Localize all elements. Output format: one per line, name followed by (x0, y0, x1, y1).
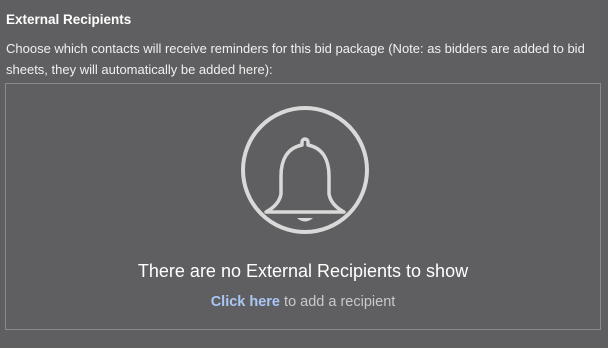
empty-state-hint-suffix: to add a recipient (280, 294, 396, 310)
recipients-empty-panel: There are no External Recipients to show… (5, 83, 601, 330)
empty-state-hint: Click here to add a recipient (6, 292, 600, 312)
bell-icon (239, 104, 371, 236)
section-description: Choose which contacts will receive remin… (6, 41, 585, 77)
section-title: External Recipients (6, 12, 132, 27)
add-recipient-link[interactable]: Click here (211, 294, 280, 310)
empty-state-message: There are no External Recipients to show (137, 261, 469, 281)
